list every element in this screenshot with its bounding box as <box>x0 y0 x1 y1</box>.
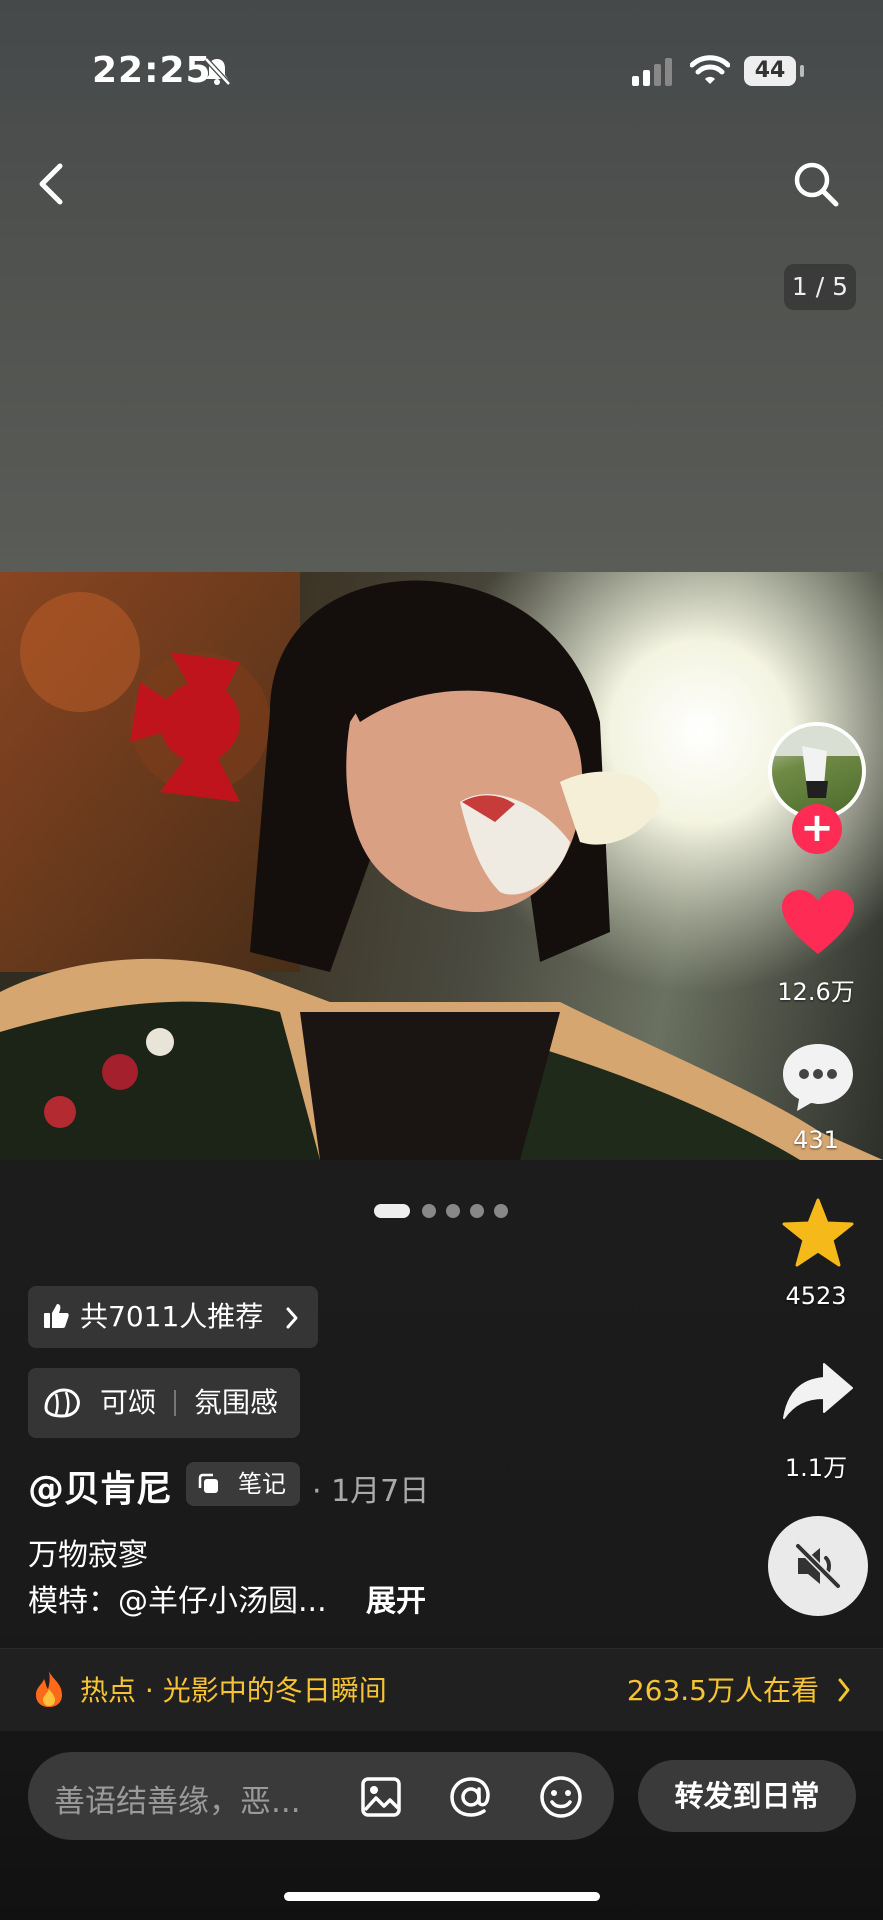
croissant-icon <box>44 1388 80 1418</box>
battery-tip <box>800 65 804 77</box>
status-time: 22:25 <box>92 50 212 91</box>
comment-count: 431 <box>793 1126 839 1154</box>
chevron-right-icon <box>286 1307 298 1329</box>
hot-watching-count: 263.5万人在看 <box>626 1674 819 1707</box>
tag-primary: 可颂 <box>100 1386 157 1419</box>
page-dot <box>494 1204 508 1218</box>
tag-pill[interactable]: 可颂 氛围感 <box>28 1368 300 1438</box>
post-date: · 1月7日 <box>312 1474 430 1509</box>
flame-icon <box>36 1671 62 1707</box>
share-to-daily-button[interactable]: 转发到日常 <box>638 1760 856 1832</box>
like-heart-icon[interactable] <box>780 888 856 958</box>
comment-input[interactable]: 善语结善缘，恶... <box>28 1752 614 1840</box>
share-count: 1.1万 <box>784 1454 848 1482</box>
note-badge: 笔记 <box>186 1462 300 1506</box>
image-picker-icon[interactable] <box>360 1776 402 1818</box>
page-dot <box>422 1204 436 1218</box>
wifi-icon <box>690 55 730 84</box>
battery-level: 44 <box>744 56 796 86</box>
recommend-pill[interactable]: 共7011人推荐 <box>28 1286 318 1348</box>
model-credit: 模特：@羊仔小汤圆... <box>28 1584 327 1619</box>
comment-bubble-icon[interactable] <box>780 1040 856 1114</box>
follow-button[interactable]: + <box>792 804 842 854</box>
search-icon[interactable] <box>790 158 842 210</box>
favorite-star-icon[interactable] <box>782 1198 854 1268</box>
page-dot <box>470 1204 484 1218</box>
mention-at-icon[interactable] <box>448 1774 494 1820</box>
page-dot <box>374 1204 410 1218</box>
cellular-signal-icon <box>632 58 672 86</box>
avatar-image <box>772 726 862 798</box>
post-description: 万物寂寥 <box>28 1538 148 1573</box>
note-badge-label: 笔记 <box>238 1470 286 1498</box>
back-button[interactable] <box>32 160 72 208</box>
author-name[interactable]: @贝肯尼 <box>28 1460 172 1512</box>
comment-placeholder: 善语结善缘，恶... <box>54 1784 301 1820</box>
speaker-muted-icon <box>795 1543 841 1589</box>
thumbs-up-icon <box>44 1304 69 1328</box>
mute-button[interactable] <box>768 1516 868 1616</box>
expand-button[interactable]: 展开 <box>366 1576 426 1620</box>
hot-topic-bar[interactable]: 热点 · 光影中的冬日瞬间 263.5万人在看 <box>0 1648 883 1731</box>
tag-secondary: 氛围感 <box>194 1386 279 1419</box>
chevron-right-icon <box>838 1678 850 1702</box>
page-dot <box>446 1204 460 1218</box>
share-arrow-icon[interactable] <box>782 1360 854 1420</box>
photo-illustration <box>0 572 883 1160</box>
home-indicator[interactable] <box>284 1892 600 1901</box>
image-page-counter: 1 / 5 <box>784 264 856 310</box>
emoji-icon[interactable] <box>538 1774 584 1820</box>
post-photo[interactable] <box>0 572 883 1160</box>
silent-bell-icon <box>204 57 231 86</box>
recommend-label: 共7011人推荐 <box>80 1300 264 1333</box>
like-count: 12.6万 <box>777 978 855 1006</box>
hot-topic-label: 热点 · 光影中的冬日瞬间 <box>80 1674 387 1707</box>
tag-divider <box>174 1390 176 1416</box>
favorite-count: 4523 <box>785 1282 847 1310</box>
note-stack-icon <box>198 1473 218 1493</box>
